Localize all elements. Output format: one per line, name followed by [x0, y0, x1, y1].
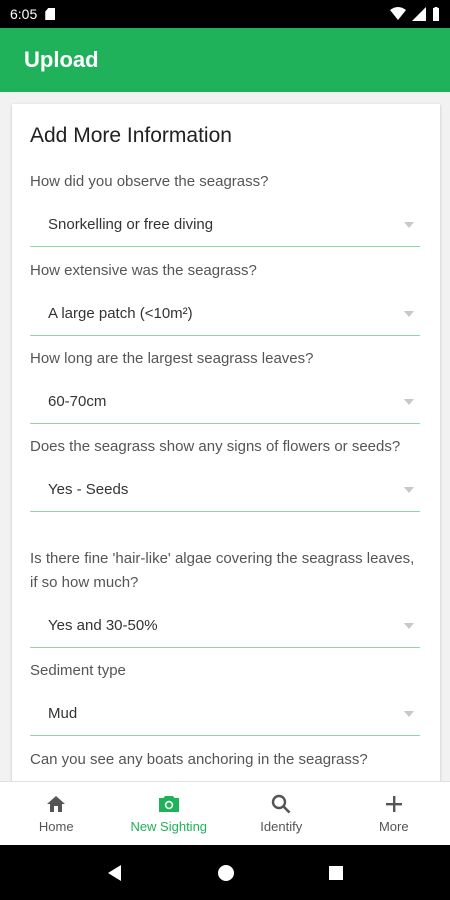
question-boats-anchoring: Can you see any boats anchoring in the s… [30, 748, 420, 772]
question-algae-coverage: Is there fine 'hair-like' algae covering… [30, 547, 420, 648]
question-sediment-type: Sediment type Mud [30, 659, 420, 736]
nav-more[interactable]: More [338, 782, 450, 845]
nav-home-label: Home [38, 819, 74, 834]
question-observe-method: How did you observe the seagrass? Snorke… [30, 170, 420, 247]
question-label: Does the seagrass show any signs of flow… [30, 438, 401, 455]
question-label: How did you observe the seagrass? [30, 173, 269, 190]
dropdown-arrow-icon [404, 622, 414, 629]
home-icon [46, 793, 66, 815]
home-circle-icon[interactable] [217, 864, 235, 882]
status-time: 6:05 [10, 6, 38, 22]
status-icons [390, 7, 440, 21]
app-bar: Upload [0, 28, 450, 92]
sd-card-icon [45, 8, 56, 20]
nav-new-sighting[interactable]: New Sighting [113, 782, 226, 845]
camera-icon [158, 793, 180, 815]
nav-more-label: More [378, 819, 409, 834]
nav-new-sighting-label: New Sighting [130, 819, 208, 834]
dropdown-arrow-icon [404, 486, 414, 493]
nav-home[interactable]: Home [0, 782, 113, 845]
battery-icon [433, 7, 439, 21]
question-leaf-length: How long are the largest seagrass leaves… [30, 347, 420, 424]
question-flowers-seeds: Does the seagrass show any signs of flow… [30, 435, 420, 512]
search-icon [271, 793, 291, 815]
dropdown-arrow-icon [404, 398, 414, 405]
system-nav-bar [0, 845, 450, 900]
question-label: Is there fine 'hair-like' algae covering… [30, 550, 415, 591]
question-label: How extensive was the seagrass? [30, 262, 257, 279]
sediment-type-dropdown[interactable]: Mud [30, 692, 420, 736]
dropdown-arrow-icon [404, 710, 414, 717]
question-label: How long are the largest seagrass leaves… [30, 350, 314, 367]
dropdown-value: 60-70cm [48, 393, 107, 410]
plus-icon [385, 793, 403, 815]
algae-coverage-dropdown[interactable]: Yes and 30-50% [30, 604, 420, 648]
extent-dropdown[interactable]: A large patch (<10m²) [30, 292, 420, 336]
flowers-seeds-dropdown[interactable]: Yes - Seeds [30, 468, 420, 512]
status-bar: 6:05 [0, 0, 450, 28]
nav-identify-label: Identify [260, 819, 303, 834]
leaf-length-dropdown[interactable]: 60-70cm [30, 380, 420, 424]
bottom-nav: Home New Sighting Identify More [0, 781, 450, 845]
more-info-card: Add More Information How did you observe… [12, 104, 440, 794]
signal-icon [412, 7, 426, 21]
back-icon[interactable] [106, 864, 124, 882]
wifi-icon [390, 7, 406, 20]
dropdown-value: Yes and 30-50% [48, 617, 158, 634]
page-title: Upload [24, 47, 99, 72]
recents-icon[interactable] [328, 865, 344, 881]
question-label: Can you see any boats anchoring in the s… [30, 751, 368, 768]
dropdown-value: Snorkelling or free diving [48, 216, 214, 233]
dropdown-value: Mud [48, 705, 78, 722]
question-label: Sediment type [30, 662, 126, 679]
dropdown-value: Yes - Seeds [48, 481, 129, 498]
dropdown-arrow-icon [404, 221, 414, 228]
question-extent: How extensive was the seagrass? A large … [30, 259, 420, 336]
nav-identify[interactable]: Identify [225, 782, 338, 845]
dropdown-arrow-icon [404, 310, 414, 317]
observe-method-dropdown[interactable]: Snorkelling or free diving [30, 203, 420, 247]
dropdown-value: A large patch (<10m²) [48, 305, 193, 322]
card-heading: Add More Information [30, 124, 232, 147]
